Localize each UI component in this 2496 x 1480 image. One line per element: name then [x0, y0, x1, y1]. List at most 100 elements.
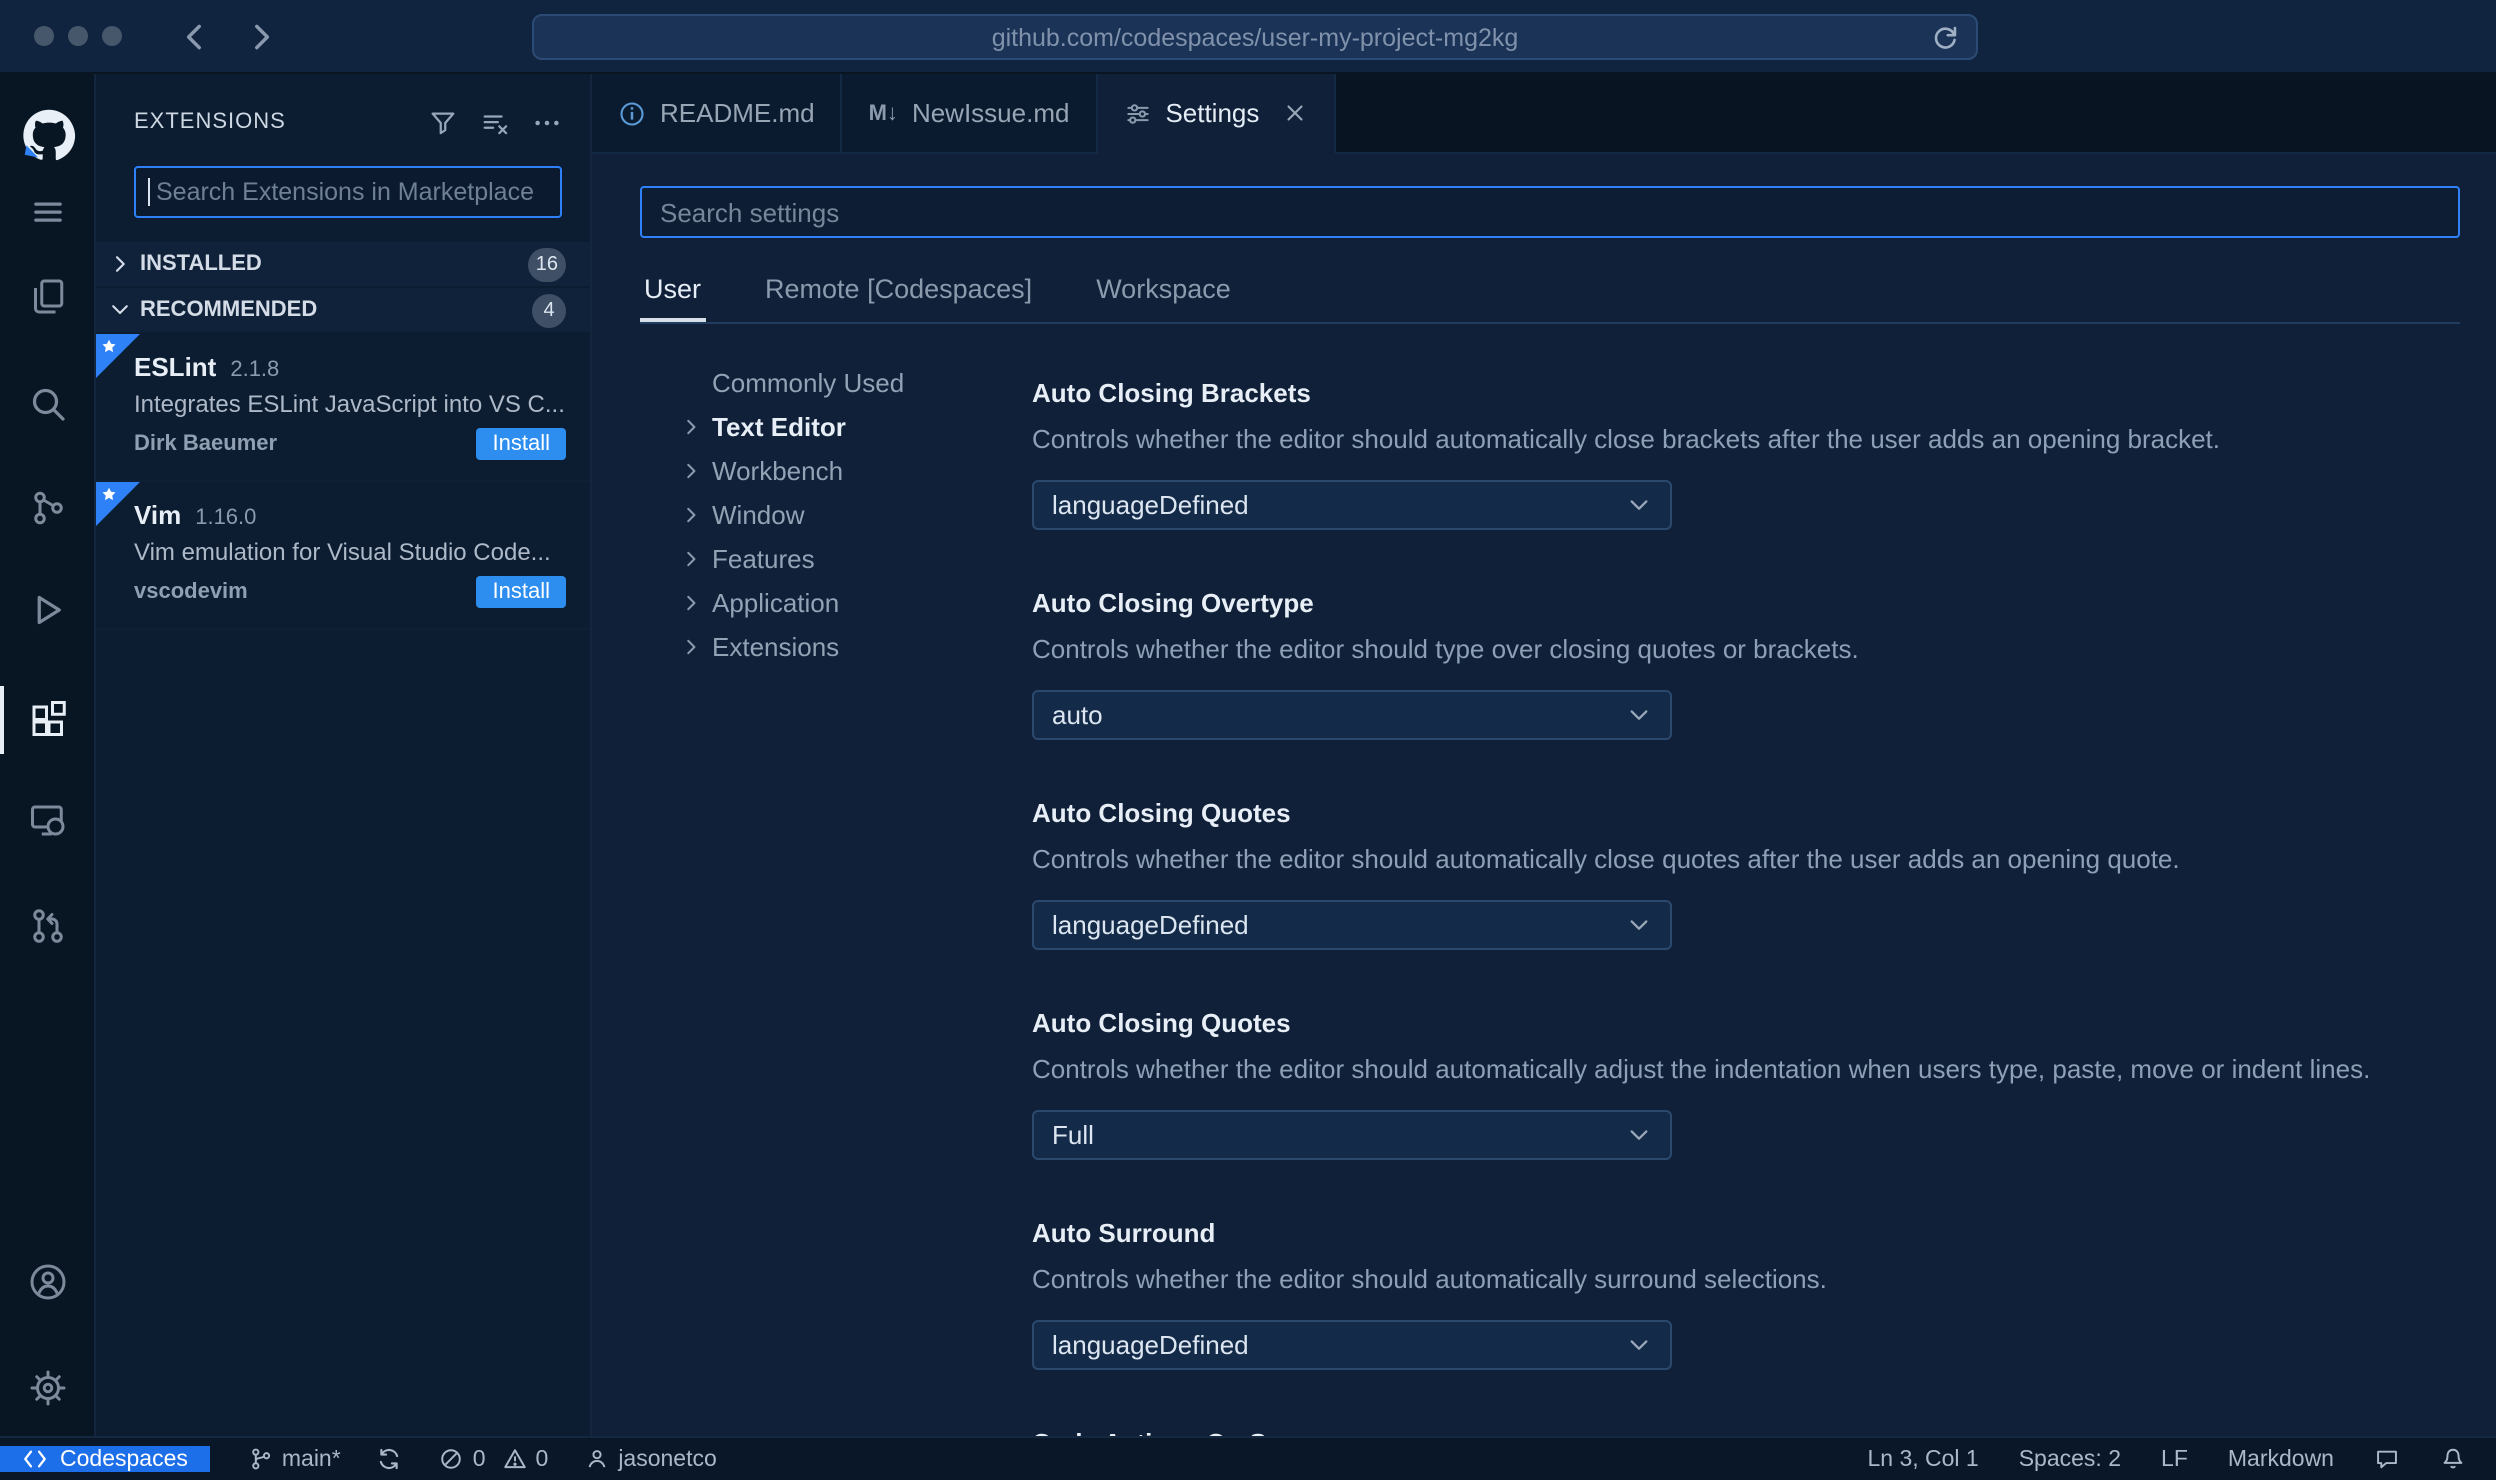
setting-dropdown[interactable]: languageDefined [1032, 900, 1672, 950]
toc-item-extensions[interactable]: Extensions [640, 624, 1032, 668]
branch-button[interactable]: main* [234, 1446, 355, 1472]
markdown-icon: M↓ [868, 101, 898, 125]
url-text: github.com/codespaces/user-my-project-mg… [991, 23, 1519, 51]
tab-bar: README.md M↓ NewIssue.md Settings [592, 74, 2496, 154]
recommended-ribbon [96, 334, 140, 378]
toc-item-application[interactable]: Application [640, 580, 1032, 624]
installed-count-badge: 16 [527, 247, 566, 281]
tab-newissue[interactable]: M↓ NewIssue.md [842, 74, 1098, 154]
chevron-down-icon [108, 298, 132, 322]
github-logo[interactable] [0, 94, 96, 174]
pull-request-icon[interactable] [0, 886, 96, 966]
extension-version: 2.1.8 [230, 358, 280, 382]
setting-entry: Auto Closing Quotes Controls whether the… [1032, 796, 2460, 950]
recommended-ribbon [96, 482, 140, 526]
chevron-right-icon [680, 459, 712, 481]
chevron-down-icon [1626, 702, 1652, 728]
window-close-dot[interactable] [34, 26, 54, 46]
section-label: RECOMMENDED [140, 298, 318, 322]
settings-scope-tabs: User Remote [Codespaces] Workspace [640, 264, 2460, 324]
toc-item-text-editor[interactable]: Text Editor [640, 404, 1032, 448]
recommended-count-badge: 4 [532, 293, 566, 327]
extensions-sidebar: EXTENSIONS INSTALLED 16 [96, 74, 592, 1436]
toc-item-commonly-used[interactable]: Commonly Used [640, 360, 1032, 404]
section-recommended[interactable]: RECOMMENDED 4 [96, 288, 590, 332]
refresh-icon[interactable] [1930, 22, 1960, 52]
scope-tab-remote[interactable]: Remote [Codespaces] [761, 264, 1036, 322]
extensions-search-input[interactable] [134, 166, 562, 218]
section-installed[interactable]: INSTALLED 16 [96, 242, 590, 286]
chevron-down-icon [1626, 492, 1652, 518]
chevron-right-icon [680, 415, 712, 437]
feedback-icon[interactable] [2360, 1446, 2414, 1472]
more-actions-icon[interactable] [532, 107, 562, 137]
sync-icon [377, 1446, 403, 1472]
source-control-icon[interactable] [0, 468, 96, 548]
setting-dropdown[interactable]: auto [1032, 690, 1672, 740]
warning-icon [502, 1446, 528, 1472]
chevron-down-icon [1626, 912, 1652, 938]
remote-explorer-icon[interactable] [0, 780, 96, 860]
run-debug-icon[interactable] [0, 570, 96, 650]
settings-gear-icon[interactable] [0, 1348, 96, 1428]
setting-entry: Auto Closing Quotes Controls whether the… [1032, 1006, 2460, 1160]
chevron-down-icon [1626, 1332, 1652, 1358]
extension-publisher: Dirk Baeumer [134, 432, 278, 456]
toc-item-workbench[interactable]: Workbench [640, 448, 1032, 492]
setting-title: Auto Closing Brackets [1032, 378, 1311, 408]
extension-name: Vim [134, 500, 182, 530]
problems-button[interactable]: 0 0 [425, 1446, 563, 1472]
scope-tab-user[interactable]: User [640, 264, 705, 322]
setting-description: Controls whether the editor should autom… [1032, 1264, 1827, 1294]
clear-list-icon[interactable] [480, 107, 510, 137]
extensions-icon[interactable] [0, 680, 96, 760]
indent-setting[interactable]: Spaces: 2 [2005, 1447, 2135, 1471]
chevron-right-icon [680, 547, 712, 569]
window-minimize-dot[interactable] [68, 26, 88, 46]
error-icon [439, 1446, 465, 1472]
window-controls[interactable] [34, 26, 122, 46]
bell-icon[interactable] [2426, 1446, 2480, 1472]
account-icon[interactable] [0, 1242, 96, 1322]
install-button[interactable]: Install [476, 428, 566, 460]
setting-entry: Code Actions On Save [1032, 1426, 2460, 1436]
toc-item-window[interactable]: Window [640, 492, 1032, 536]
tab-label: NewIssue.md [911, 98, 1070, 128]
extension-description: Vim emulation for Visual Studio Code... [134, 538, 551, 566]
account-status-button[interactable]: jasonetco [570, 1446, 730, 1472]
setting-entry: Auto Closing Overtype Controls whether t… [1032, 586, 2460, 740]
forward-button[interactable] [244, 19, 278, 53]
setting-dropdown[interactable]: languageDefined [1032, 1320, 1672, 1370]
setting-dropdown[interactable]: languageDefined [1032, 480, 1672, 530]
setting-description: Controls whether the editor should type … [1032, 634, 1859, 664]
install-button[interactable]: Install [476, 576, 566, 608]
window-zoom-dot[interactable] [102, 26, 122, 46]
setting-title: Auto Closing Quotes [1032, 798, 1291, 828]
extension-version: 1.16.0 [195, 506, 257, 530]
settings-search-input[interactable] [640, 186, 2460, 238]
setting-dropdown[interactable]: Full [1032, 1110, 1672, 1160]
extension-description: Integrates ESLint JavaScript into VS C..… [134, 390, 565, 418]
extension-card-vim[interactable]: Vim 1.16.0 Vim emulation for Visual Stud… [96, 482, 590, 630]
eol-setting[interactable]: LF [2147, 1447, 2202, 1471]
explorer-icon[interactable] [0, 256, 96, 336]
settings-editor: User Remote [Codespaces] Workspace Commo… [592, 154, 2496, 1436]
tab-readme[interactable]: README.md [592, 74, 843, 154]
browser-window: github.com/codespaces/user-my-project-mg… [0, 0, 2496, 1480]
codespaces-button[interactable]: Codespaces [0, 1446, 210, 1472]
back-button[interactable] [178, 19, 212, 53]
filter-icon[interactable] [428, 107, 458, 137]
setting-entry: Auto Closing Brackets Controls whether t… [1032, 376, 2460, 530]
toc-item-features[interactable]: Features [640, 536, 1032, 580]
url-bar[interactable]: github.com/codespaces/user-my-project-mg… [532, 14, 1978, 60]
scope-tab-workspace[interactable]: Workspace [1092, 264, 1235, 322]
browser-chrome: github.com/codespaces/user-my-project-mg… [0, 0, 2496, 74]
close-icon[interactable] [1281, 100, 1307, 126]
menu-icon[interactable] [0, 172, 96, 252]
sync-button[interactable] [363, 1446, 417, 1472]
language-mode[interactable]: Markdown [2214, 1447, 2348, 1471]
extension-card-eslint[interactable]: ESLint 2.1.8 Integrates ESLint JavaScrip… [96, 334, 590, 482]
tab-settings[interactable]: Settings [1097, 74, 1336, 154]
cursor-position[interactable]: Ln 3, Col 1 [1853, 1447, 1992, 1471]
search-icon[interactable] [0, 364, 96, 444]
